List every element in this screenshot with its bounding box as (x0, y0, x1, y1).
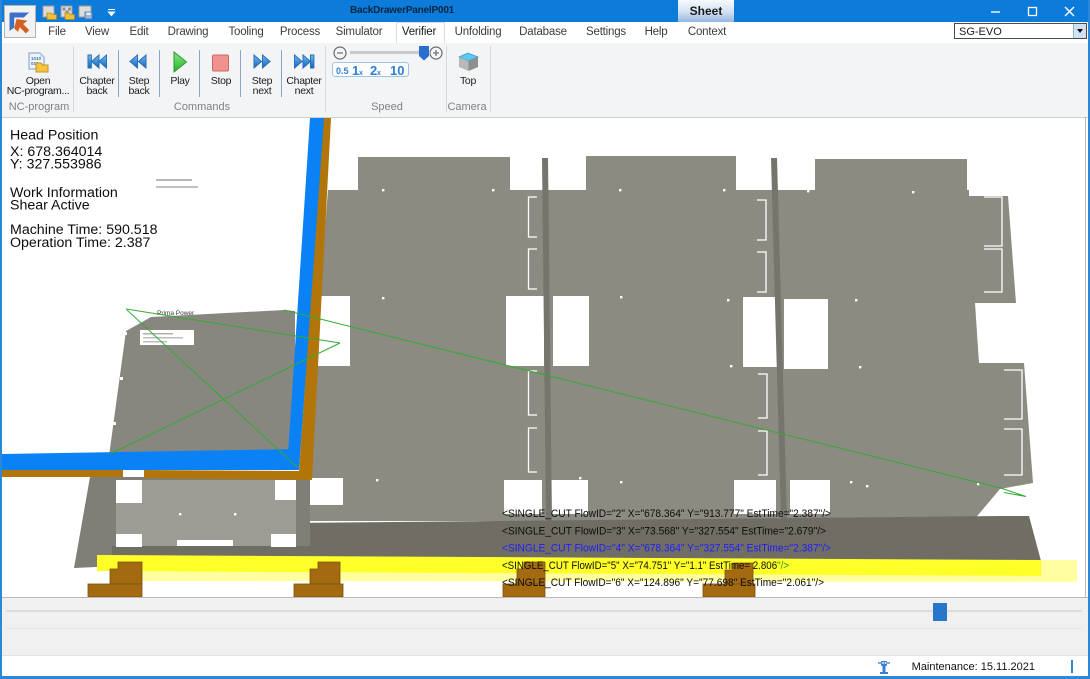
svg-text:<SINGLE_CUT FlowID="4" X="678.: <SINGLE_CUT FlowID="4" X="678.364" Y="32… (502, 543, 831, 555)
svg-text:x: x (377, 70, 381, 77)
svg-text:Head Position: Head Position (10, 128, 98, 144)
svg-text:Shear Active: Shear Active (10, 198, 90, 214)
svg-text:10: 10 (390, 63, 404, 78)
svg-text:Y: 327.553986: Y: 327.553986 (10, 157, 102, 173)
svg-text:<SINGLE_CUT FlowID="2" X="678.: <SINGLE_CUT FlowID="2" X="678.364" Y="91… (502, 508, 831, 520)
svg-text:x: x (359, 70, 363, 77)
svg-text:Operation Time: 2.387: Operation Time: 2.387 (10, 235, 150, 251)
svg-text:<SINGLE_CUT FlowID="3" X="73.5: <SINGLE_CUT FlowID="3" X="73.568" Y="327… (502, 525, 826, 537)
svg-text:<SINGLE_CUT FlowID="5" X="74.7: <SINGLE_CUT FlowID="5" X="74.751" Y="1.1… (502, 560, 789, 572)
svg-text:Prima Power: Prima Power (157, 310, 195, 317)
svg-text:<SINGLE_CUT FlowID="6" X="124.: <SINGLE_CUT FlowID="6" X="124.896" Y="77… (502, 577, 824, 589)
svg-text:0.5: 0.5 (336, 66, 349, 76)
